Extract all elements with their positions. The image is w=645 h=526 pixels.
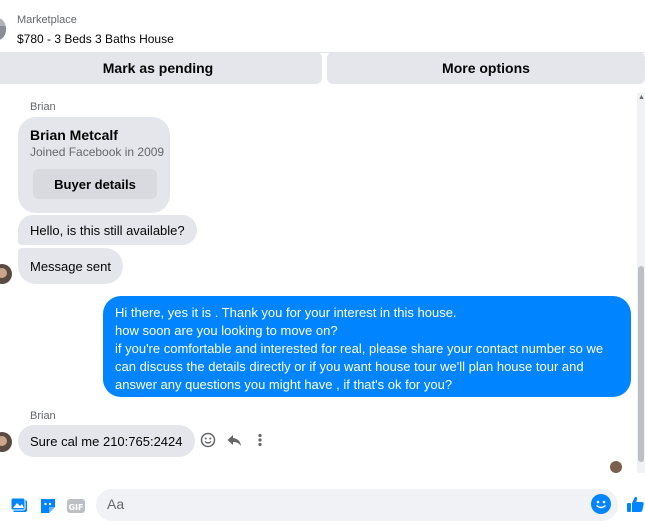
gif-icon[interactable]: GIF — [66, 496, 86, 516]
thumbs-up-icon[interactable] — [626, 494, 645, 514]
scroll-up-arrow-icon[interactable]: ▲ — [638, 94, 645, 101]
photo-icon[interactable] — [10, 496, 30, 516]
message-bubble[interactable]: Hello, is this still available? — [18, 215, 197, 245]
listing-title[interactable]: $780 - 3 Beds 3 Baths House — [17, 32, 174, 46]
chat-header: Marketplace $780 - 3 Beds 3 Baths House — [0, 0, 645, 53]
message-line: how soon are you looking to move on? — [115, 323, 338, 338]
message-input[interactable] — [96, 489, 618, 521]
message-line: answer any questions you might have , if… — [115, 377, 453, 392]
buyer-details-button[interactable]: Buyer details — [33, 169, 157, 199]
read-receipt-avatar — [610, 461, 622, 473]
emoji-icon[interactable] — [591, 494, 611, 514]
message-input-placeholder: Aa — [107, 496, 125, 512]
listing-thumbnail[interactable] — [0, 18, 6, 40]
sticker-icon[interactable] — [38, 496, 58, 516]
sender-name: Brian — [30, 101, 56, 113]
avatar[interactable] — [0, 264, 12, 284]
message-bubble[interactable]: Sure cal me 210:765:2424 — [18, 425, 195, 457]
react-icon[interactable] — [200, 432, 216, 448]
message-bubble[interactable]: Message sent — [18, 248, 123, 284]
message-actions — [200, 432, 268, 448]
buyer-card: Brian Metcalf Joined Facebook in 2009 Bu… — [18, 117, 170, 213]
message-line: Hi there, yes it is . Thank you for your… — [115, 305, 457, 320]
buyer-joined: Joined Facebook in 2009 — [30, 145, 165, 159]
header-category: Marketplace — [17, 14, 77, 26]
message-line: if you're comfortable and interested for… — [115, 341, 604, 356]
more-options-button[interactable]: More options — [327, 52, 645, 84]
buyer-name[interactable]: Brian Metcalf — [30, 127, 118, 143]
svg-text:GIF: GIF — [68, 503, 83, 512]
outgoing-message-bubble[interactable]: Hi there, yes it is . Thank you for your… — [103, 296, 631, 397]
message-line: can discuss the details directly or if y… — [115, 359, 584, 374]
reply-icon[interactable] — [226, 432, 242, 448]
scrollbar-thumb[interactable] — [638, 266, 644, 462]
avatar[interactable] — [0, 432, 12, 452]
mark-as-pending-button[interactable]: Mark as pending — [0, 52, 322, 84]
more-icon[interactable] — [252, 432, 268, 448]
sender-name: Brian — [30, 410, 56, 422]
